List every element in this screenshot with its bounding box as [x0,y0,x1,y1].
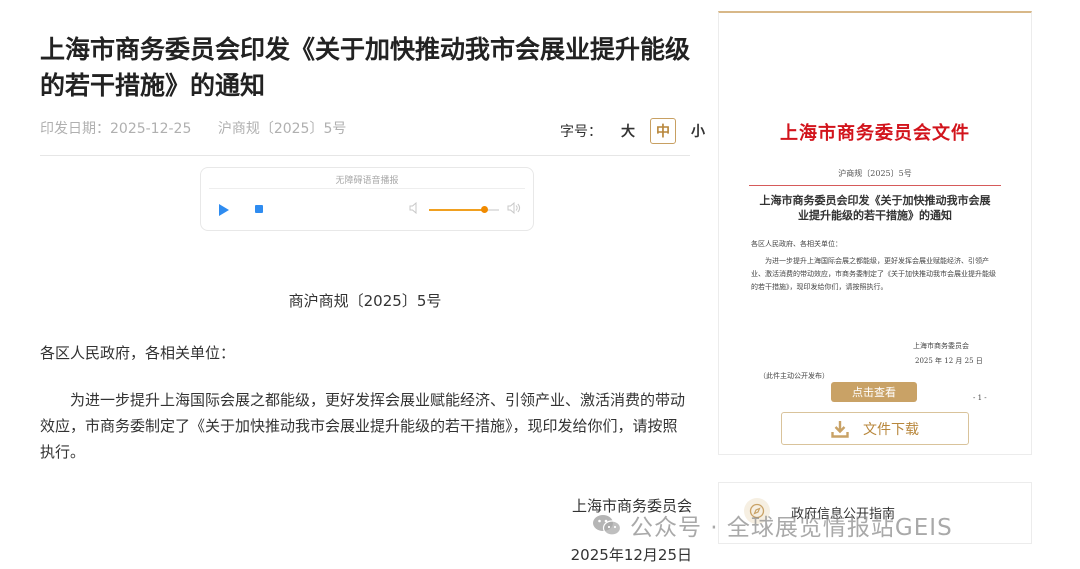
play-icon[interactable] [219,204,229,216]
font-size-switcher: 字号： 大 中 小 [560,118,720,144]
preview-org: 上海市商务委员会 [913,342,969,350]
volume-slider-handle[interactable] [480,206,488,213]
greeting: 各区人民政府，各相关单位： [40,344,236,362]
player-divider [209,188,525,189]
font-size-small[interactable]: 小 [686,119,710,143]
font-size-large[interactable]: 大 [616,119,640,143]
watermark: 公众号 · 全球展览情报站GEIS [592,508,953,542]
preview-title: 上海市商务委员会印发《关于加快推动我市会展业提升能级的若干措施》的通知 [759,194,991,222]
doc-code: 沪商规〔2025〕5号 [217,121,347,137]
volume-low-icon[interactable] [409,201,421,216]
document-number: 商沪商规〔2025〕5号 [288,292,442,310]
preview-red-header: 上海市商务委员会文件 [780,123,970,144]
download-button-label: 文件下载 [863,421,919,438]
volume-slider[interactable] [429,206,499,213]
view-document-button[interactable]: 点击查看 [831,382,917,402]
document-preview: 上海市商务委员会文件 沪商规〔2025〕5号 上海市商务委员会印发《关于加快推动… [718,11,1032,455]
article-body: 为进一步提升上海国际会展之都能级，更好发挥会展业赋能经济、引领产业、激活消费的带… [40,391,686,461]
preview-body: 为进一步提升上海国际会展之都能级，更好发挥会展业赋能经济、引领产业、激活消费的带… [751,257,996,291]
audio-player: 无障碍语音播报 [200,167,534,231]
preview-greeting: 各区人民政府、各相关单位： [751,240,842,248]
volume-high-icon[interactable] [507,201,521,216]
publish-date: 印发日期：2025-12-25 [40,121,192,137]
stop-icon[interactable] [255,205,263,213]
font-size-label: 字号： [560,124,602,140]
watermark-text: 公众号 · 全球展览情报站GEIS [630,515,953,541]
font-size-medium[interactable]: 中 [650,118,676,144]
preview-note: （此件主动公开发布） [759,372,829,380]
player-title: 无障碍语音播报 [335,176,399,186]
divider [40,155,690,156]
page-title: 上海市商务委员会印发《关于加快推动我市会展业提升能级的若干措施》的通知 [40,35,691,100]
download-button[interactable]: 文件下载 [781,412,969,445]
volume-slider-fill [429,209,484,211]
wechat-icon [592,513,622,537]
download-icon [831,420,849,438]
preview-red-rule [749,185,1001,186]
preview-page-mark: - 1 - [973,394,987,402]
signature-date: 2025年12月25日 [570,546,692,564]
article-meta: 印发日期：2025-12-25 沪商规〔2025〕5号 [40,118,368,138]
preview-date: 2025 年 12 月 25 日 [915,357,983,365]
preview-doc-no: 沪商规〔2025〕5号 [838,169,912,178]
